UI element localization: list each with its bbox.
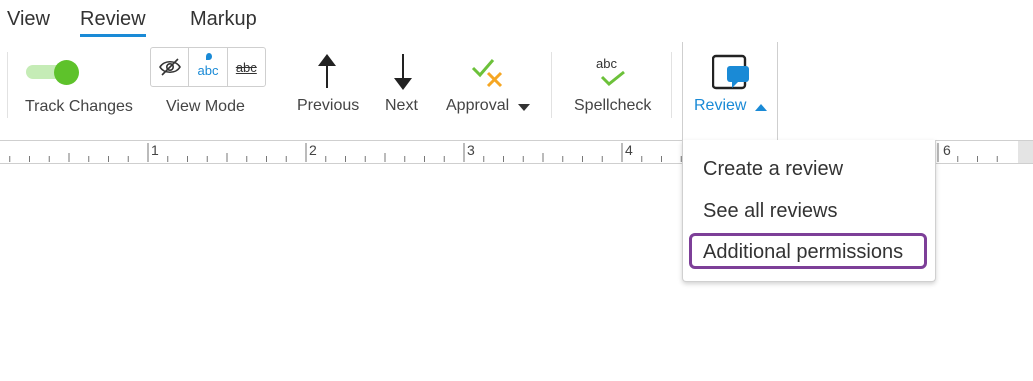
arrow-up-icon xyxy=(318,54,336,88)
ruler-number: 4 xyxy=(625,142,633,158)
hide-markup-button[interactable] xyxy=(151,48,190,86)
ruler-number: 6 xyxy=(943,142,951,158)
review-button[interactable]: Review xyxy=(682,42,778,141)
menu-item-additional-permissions[interactable]: Additional permissions xyxy=(689,233,927,269)
previous-button[interactable] xyxy=(316,54,338,95)
track-changes-toggle[interactable] xyxy=(26,60,80,85)
ruler-number: 1 xyxy=(151,142,159,158)
checkmark-icon xyxy=(600,70,625,86)
divider xyxy=(551,52,552,118)
menu-item-see-all-reviews[interactable]: See all reviews xyxy=(703,200,838,223)
next-button[interactable] xyxy=(392,54,414,95)
chevron-up-icon xyxy=(755,104,767,111)
review-ribbon: Track Changes abc abc View Mode Previous xyxy=(0,42,1033,140)
previous-label[interactable]: Previous xyxy=(297,97,359,115)
review-icon xyxy=(712,54,749,90)
chevron-down-icon[interactable] xyxy=(518,104,530,111)
arrow-down-icon xyxy=(394,54,412,90)
hide-markup-icon xyxy=(158,58,181,76)
menu-item-create-review[interactable]: Create a review xyxy=(703,158,843,181)
tab-markup[interactable]: Markup xyxy=(190,8,257,31)
review-label: Review xyxy=(694,97,747,114)
ruler-number: 2 xyxy=(309,142,317,158)
ribbon-tabs: View Review Markup xyxy=(0,0,1033,42)
view-mode-label: View Mode xyxy=(166,98,245,115)
comment-marker-icon xyxy=(206,53,213,60)
spellcheck-text: abc xyxy=(596,56,617,71)
spellcheck-label[interactable]: Spellcheck xyxy=(574,97,651,115)
view-mode-group: abc abc xyxy=(150,47,266,87)
simple-markup-button[interactable]: abc xyxy=(189,48,228,86)
approval-icon xyxy=(471,59,503,88)
approval-button[interactable] xyxy=(471,56,505,93)
all-markup-button[interactable]: abc xyxy=(228,48,265,86)
review-dropdown-menu: Create a review See all reviews Addition… xyxy=(682,140,936,282)
simple-markup-text: abc xyxy=(197,62,219,78)
approval-label[interactable]: Approval xyxy=(446,97,509,115)
tab-review[interactable]: Review xyxy=(80,8,146,37)
ruler-number: 3 xyxy=(467,142,475,158)
next-label[interactable]: Next xyxy=(385,97,418,115)
track-changes-label: Track Changes xyxy=(25,98,133,115)
spellcheck-button[interactable]: abc xyxy=(594,56,634,90)
divider xyxy=(7,52,8,118)
ruler-end-cap xyxy=(1018,141,1033,163)
toggle-knob xyxy=(54,60,79,85)
tab-view[interactable]: View xyxy=(7,8,50,31)
divider xyxy=(671,52,672,118)
all-markup-text: abc xyxy=(235,59,257,75)
